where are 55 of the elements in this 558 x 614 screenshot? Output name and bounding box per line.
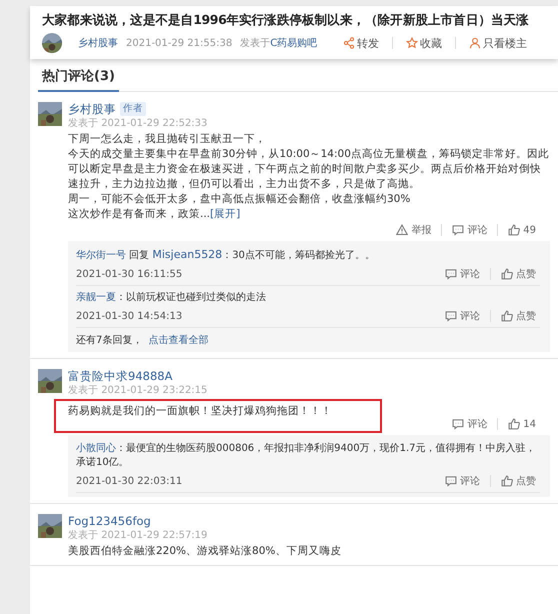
share-icon bbox=[343, 37, 355, 49]
like-button[interactable]: 14 bbox=[504, 418, 540, 430]
share-button[interactable]: 转发 bbox=[338, 36, 384, 50]
comment-button[interactable]: 评论 bbox=[441, 309, 484, 323]
view-all-link[interactable]: 点击查看全部 bbox=[148, 333, 208, 347]
warning-icon bbox=[396, 224, 408, 236]
comment-text: 下周一怎么走，我且抛砖引玉献丑一下， bbox=[68, 132, 267, 147]
comment-icon bbox=[445, 475, 457, 487]
thumbs-up-icon bbox=[508, 418, 520, 430]
comment-icon bbox=[445, 268, 457, 280]
report-button[interactable]: 举报 bbox=[392, 223, 436, 237]
person-icon bbox=[469, 37, 481, 49]
comment-text: 今天的成交量主要集中在早盘前30分钟，从10:00～14:00点高位无量横盘，筹码锁定非常好。因此可以断定早盘是主力资金在极速买进，下午两点之前的时间散户卖多买少。两点后价格开始对倒快速拉升，主力边拉边撤，但仍可以看出，主力出货不多，只是做了高抛。 bbox=[68, 147, 550, 192]
author-only-button[interactable]: 只看楼主 bbox=[464, 36, 532, 50]
thumbs-up-icon bbox=[501, 268, 513, 280]
favorite-button[interactable]: 收藏 bbox=[401, 36, 447, 50]
comment-text: 药易购就是我们的一面旗帜！坚决打爆鸡狗拖团！！！ bbox=[68, 404, 333, 419]
username-link[interactable]: 乡村股事 bbox=[68, 102, 116, 116]
thumbs-up-icon bbox=[501, 310, 513, 322]
reply-text: 小散同心：最便宜的生物医药股000806，年报扣非净利润9400万，现价1.7元，值得拥有！中房入驻，承诺10亿。 bbox=[76, 442, 537, 470]
forum-label: 发表于C药易购吧 bbox=[240, 36, 318, 50]
post-time: 2021-01-29 21:55:38 bbox=[126, 38, 232, 48]
author-link[interactable]: 乡村股事 bbox=[78, 36, 118, 50]
comment-icon bbox=[452, 224, 464, 236]
reply-time: 2021-01-30 14:54:13 bbox=[76, 310, 182, 322]
reply-text: 华尔街一号 回复 Misjean5528：30点不可能，筹码都捡光了。。 bbox=[76, 248, 376, 263]
post-time: 发表于 2021-01-29 22:52:33 bbox=[68, 117, 208, 130]
thumbs-up-icon bbox=[508, 224, 520, 236]
post-time: 发表于 2021-01-29 23:22:15 bbox=[68, 384, 208, 397]
like-button[interactable]: 点赞 bbox=[497, 309, 540, 323]
comment-text: 周一，可能不会低开太多，盘中高低点振幅还会翻倍，收盘涨幅约30% bbox=[68, 192, 412, 207]
more-replies-text: 还有7条回复， bbox=[76, 334, 142, 347]
post-time: 发表于 2021-01-29 22:57:19 bbox=[68, 529, 208, 542]
comment-button[interactable]: 评论 bbox=[441, 474, 484, 488]
comment-button[interactable]: 评论 bbox=[441, 267, 484, 281]
username-link[interactable]: Fog123456fog bbox=[68, 514, 151, 528]
star-icon bbox=[406, 37, 418, 49]
author-badge: 作者 bbox=[120, 102, 146, 116]
comment-icon bbox=[452, 418, 464, 430]
comment-text: 这次炒作是有备而来，政策...[展开] bbox=[68, 207, 242, 222]
like-button[interactable]: 49 bbox=[504, 224, 540, 236]
comments-tab[interactable]: 热门评论(3) bbox=[38, 65, 119, 92]
comment-icon bbox=[445, 310, 457, 322]
comment-button[interactable]: 评论 bbox=[448, 223, 492, 237]
expand-link[interactable]: [展开] bbox=[210, 208, 240, 220]
reply-text: 亲靓一夏：以前玩权证也碰到过类似的走法 bbox=[76, 291, 267, 305]
reply-time: 2021-01-30 16:11:55 bbox=[76, 268, 182, 280]
post-title: 大家都来说说，这是不是自1996年实行涨跌停板制以来，（除开新股上市首日）当天涨 bbox=[42, 12, 530, 28]
like-button[interactable]: 点赞 bbox=[497, 267, 540, 281]
like-button[interactable]: 点赞 bbox=[497, 474, 540, 488]
comment-text: 美股西伯特金融涨220%、游戏驿站涨80%、下周又嗨皮 bbox=[68, 544, 342, 559]
comment-button[interactable]: 评论 bbox=[448, 417, 492, 431]
thumbs-up-icon bbox=[501, 475, 513, 487]
username-link[interactable]: 富贵险中求94888A bbox=[68, 369, 172, 383]
reply-time: 2021-01-30 22:03:11 bbox=[76, 476, 182, 486]
